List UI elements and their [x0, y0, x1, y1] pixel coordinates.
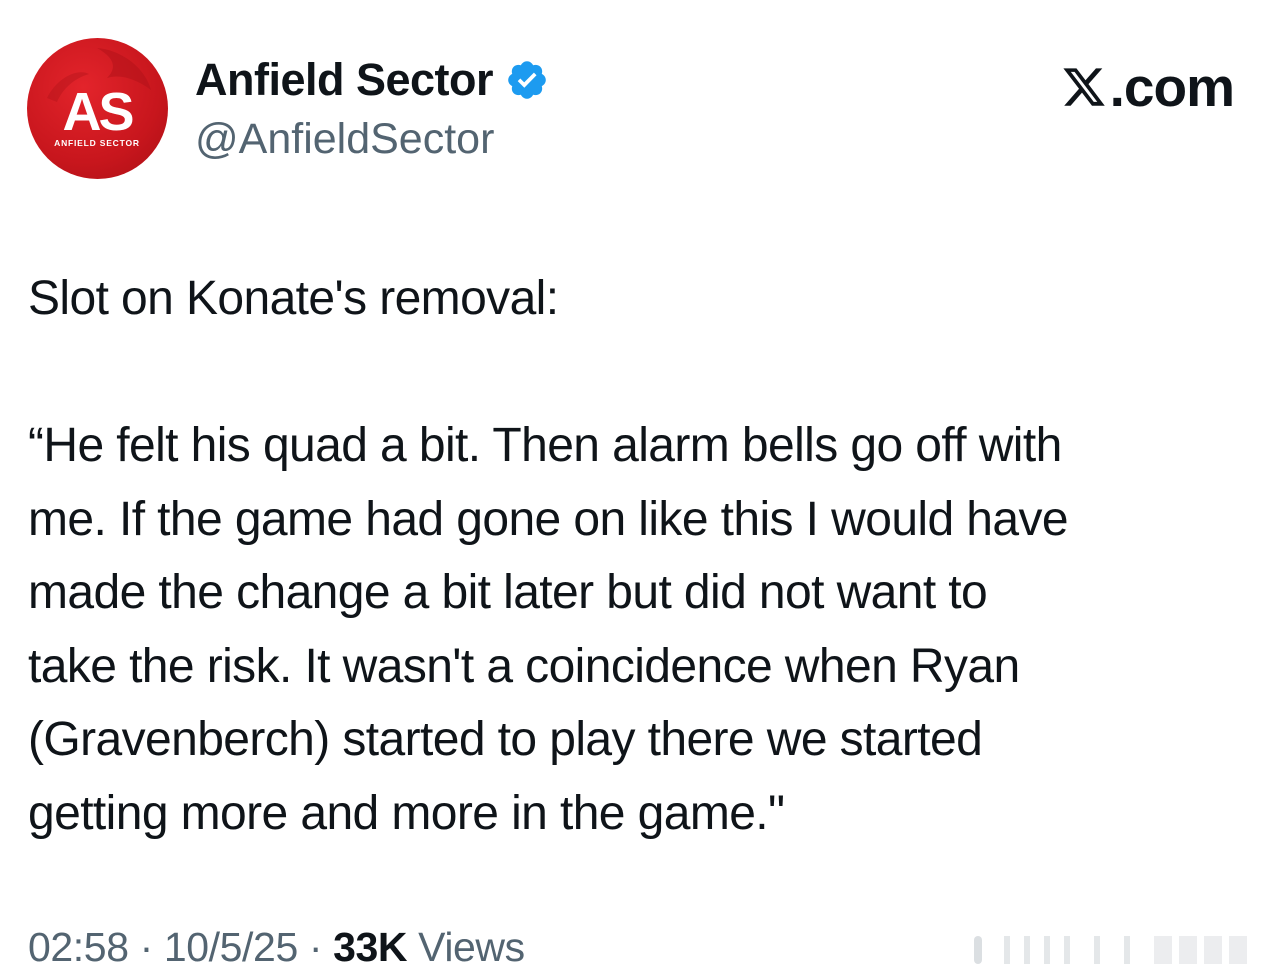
x-brand: .com — [1060, 56, 1235, 118]
x-logo-icon — [1063, 68, 1105, 106]
brand-domain-text: .com — [1109, 56, 1235, 118]
tweet-line: take the risk. It wasn't a coincidence w… — [28, 639, 1020, 693]
anfield-sector-logo: AS ANFIELD SECTOR — [47, 48, 151, 148]
author-name-row: Anfield Sector — [195, 54, 549, 106]
tweet-time[interactable]: 02:58 — [28, 924, 129, 970]
tweet-line: me. If the game had gone on like this I … — [28, 492, 1069, 546]
author-display-name[interactable]: Anfield Sector — [195, 54, 494, 106]
tweet-line: getting more and more in the game." — [28, 786, 785, 840]
tweet-line: “He felt his quad a bit. Then alarm bell… — [28, 419, 1062, 472]
tweet-line: made the change a bit later but did not … — [28, 566, 988, 619]
views-count: 33K — [333, 924, 408, 970]
tweet-date[interactable]: 10/5/25 — [164, 924, 298, 970]
verified-badge-icon — [508, 61, 546, 99]
tweet-line: (Gravenberch) started to play there we s… — [28, 713, 983, 766]
watermark — [974, 936, 1247, 964]
tweet-line: Slot on Konate's removal: — [28, 272, 559, 325]
logo-initials: AS — [62, 82, 132, 142]
meta-separator: · — [128, 924, 164, 970]
author-handle[interactable]: @AnfieldSector — [195, 114, 494, 164]
meta-separator: · — [297, 924, 334, 970]
tweet-meta: 02:58 · 10/5/25 · 33K Views — [28, 918, 525, 976]
tweet-text: Slot on Konate's removal: “He felt his q… — [28, 262, 1253, 850]
avatar[interactable]: AS ANFIELD SECTOR — [27, 38, 168, 179]
logo-wordmark: ANFIELD SECTOR — [54, 138, 140, 148]
views-label: Views — [407, 924, 525, 970]
